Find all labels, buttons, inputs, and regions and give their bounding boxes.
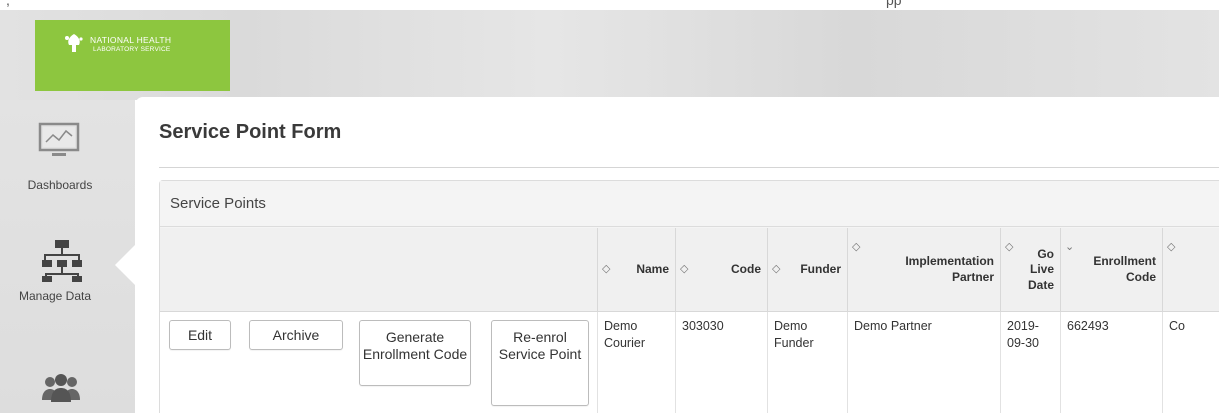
cropped-text-right: pp xyxy=(886,0,902,8)
column-header-implementation-partner[interactable]: ◇ Implementation Partner xyxy=(847,228,1000,312)
chart-monitor-icon xyxy=(38,122,80,156)
panel-heading: Service Points xyxy=(160,181,1219,227)
sidebar-item-label: Manage Data xyxy=(18,289,92,303)
sort-icon: ◇ xyxy=(852,241,861,253)
actions-cell: Edit Archive Generate Enrollment Code Re… xyxy=(160,312,597,413)
top-crop-strip: , pp xyxy=(0,0,1219,10)
sort-icon: ◇ xyxy=(772,263,781,275)
re-enrol-service-point-button[interactable]: Re-enrol Service Point xyxy=(491,320,589,406)
column-header-code[interactable]: ◇ Code xyxy=(675,228,767,312)
sort-icon: ◇ xyxy=(680,263,689,275)
cell-funder: Demo Funder xyxy=(767,312,847,413)
sort-descending-icon: ⌄ xyxy=(1065,241,1075,253)
service-points-panel: Service Points ◇ Name ◇ Code ◇ Funder ◇ … xyxy=(159,180,1219,413)
column-header-go-live-date[interactable]: ◇ Go Live Date xyxy=(1000,228,1060,312)
cell-name: Demo Courier xyxy=(597,312,675,413)
column-header-funder[interactable]: ◇ Funder xyxy=(767,228,847,312)
hierarchy-icon xyxy=(42,240,82,282)
column-header-name[interactable]: ◇ Name xyxy=(597,228,675,312)
page-title: Service Point Form xyxy=(159,121,342,143)
sort-icon: ◇ xyxy=(1005,241,1014,253)
cell-implementation-partner: Demo Partner xyxy=(847,312,1000,413)
cell-go-live-date: 2019-09-30 xyxy=(1000,312,1060,413)
archive-button[interactable]: Archive xyxy=(249,320,343,350)
edit-button[interactable]: Edit xyxy=(169,320,231,350)
title-divider xyxy=(159,167,1219,168)
nhls-mark-icon xyxy=(65,34,83,52)
cell-next: Co xyxy=(1162,312,1219,413)
cell-code: 303030 xyxy=(675,312,767,413)
nhls-logo[interactable]: NATIONAL HEALTH LABORATORY SERVICE xyxy=(35,20,230,91)
generate-enrollment-code-button[interactable]: Generate Enrollment Code xyxy=(359,320,471,386)
sort-icon: ◇ xyxy=(602,263,611,275)
sidebar-item-label: Dashboards xyxy=(27,178,93,192)
cropped-text-left: , xyxy=(6,0,10,8)
logo-text-line2: LABORATORY SERVICE xyxy=(93,46,171,53)
main-content: Service Point Form Service Points ◇ Name… xyxy=(135,97,1219,413)
logo-text-line1: NATIONAL HEALTH xyxy=(90,35,172,45)
app-header: NATIONAL HEALTH LABORATORY SERVICE xyxy=(0,10,1219,100)
users-icon xyxy=(42,374,80,402)
active-nav-indicator xyxy=(115,245,135,285)
column-header-next[interactable]: ◇ xyxy=(1162,228,1219,312)
column-header-enrollment-code[interactable]: ⌄ Enrollment Code xyxy=(1060,228,1162,312)
cell-enrollment-code: 662493 xyxy=(1060,312,1162,413)
column-header-actions xyxy=(160,228,597,312)
sort-icon: ◇ xyxy=(1167,241,1176,253)
